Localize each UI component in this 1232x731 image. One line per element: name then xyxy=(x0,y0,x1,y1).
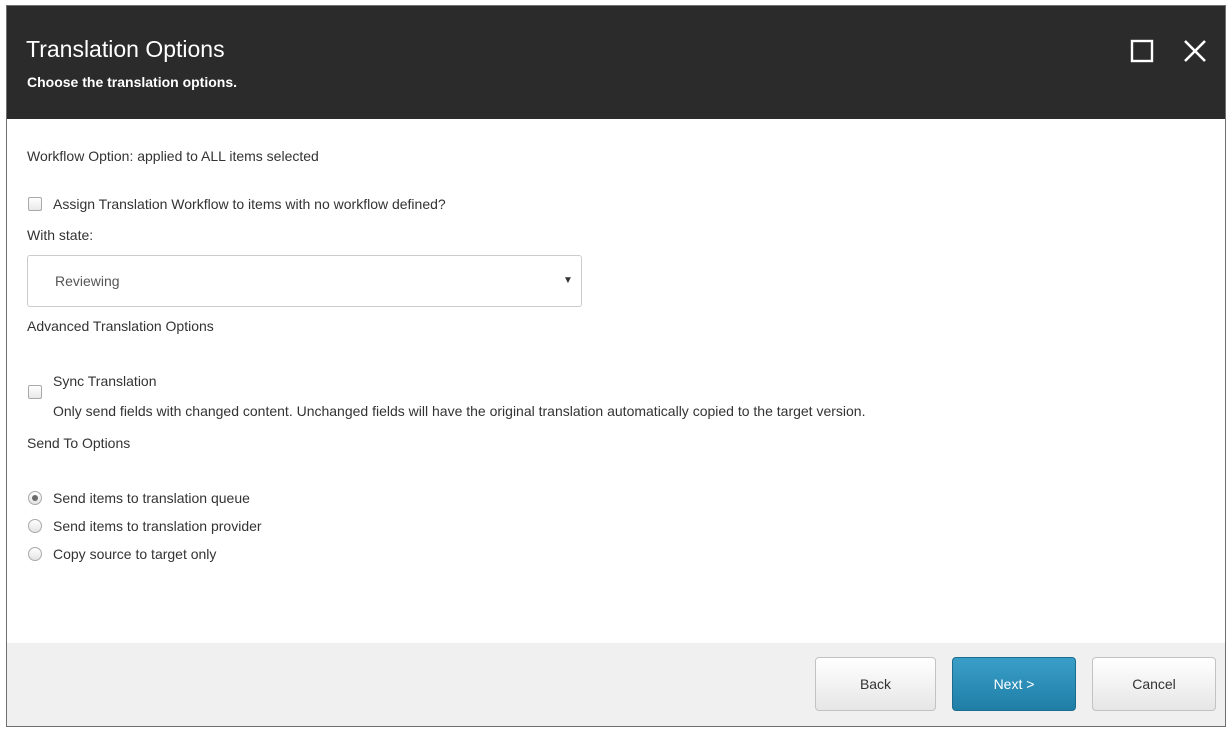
maximize-button[interactable] xyxy=(1128,36,1158,66)
send-to-options-heading: Send To Options xyxy=(27,435,131,451)
state-select[interactable]: Reviewing ▼ xyxy=(27,255,582,307)
advanced-options-heading: Advanced Translation Options xyxy=(27,318,214,334)
with-state-label: With state: xyxy=(27,227,94,243)
dialog-footer: Back Next > Cancel xyxy=(7,643,1225,726)
close-button[interactable] xyxy=(1180,36,1210,66)
sync-translation-checkbox[interactable] xyxy=(28,385,42,399)
dialog-subtitle: Choose the translation options. xyxy=(27,74,238,90)
next-button[interactable]: Next > xyxy=(952,657,1076,711)
radio-translation-provider-label: Send items to translation provider xyxy=(53,518,262,534)
cancel-button[interactable]: Cancel xyxy=(1092,657,1216,711)
dialog-content: Workflow Option: applied to ALL items se… xyxy=(7,119,1225,643)
state-select-value: Reviewing xyxy=(55,273,120,289)
sync-translation-description: Only send fields with changed content. U… xyxy=(53,403,866,419)
sync-translation-label: Sync Translation xyxy=(53,373,157,389)
workflow-option-heading: Workflow Option: applied to ALL items se… xyxy=(27,148,319,164)
radio-translation-queue-label: Send items to translation queue xyxy=(53,490,250,506)
assign-workflow-label: Assign Translation Workflow to items wit… xyxy=(53,196,446,212)
radio-translation-provider[interactable] xyxy=(28,519,42,533)
maximize-icon xyxy=(1130,39,1154,63)
radio-copy-source-label: Copy source to target only xyxy=(53,546,217,562)
assign-workflow-checkbox[interactable] xyxy=(28,197,42,211)
radio-copy-source[interactable] xyxy=(28,547,42,561)
dialog-title: Translation Options xyxy=(26,36,225,62)
close-icon xyxy=(1184,40,1206,62)
radio-translation-queue[interactable] xyxy=(28,491,42,505)
dialog-header: Translation Options Choose the translati… xyxy=(7,6,1225,119)
translation-options-dialog: Translation Options Choose the translati… xyxy=(6,5,1226,727)
back-button[interactable]: Back xyxy=(815,657,936,711)
chevron-down-icon: ▼ xyxy=(563,275,573,286)
